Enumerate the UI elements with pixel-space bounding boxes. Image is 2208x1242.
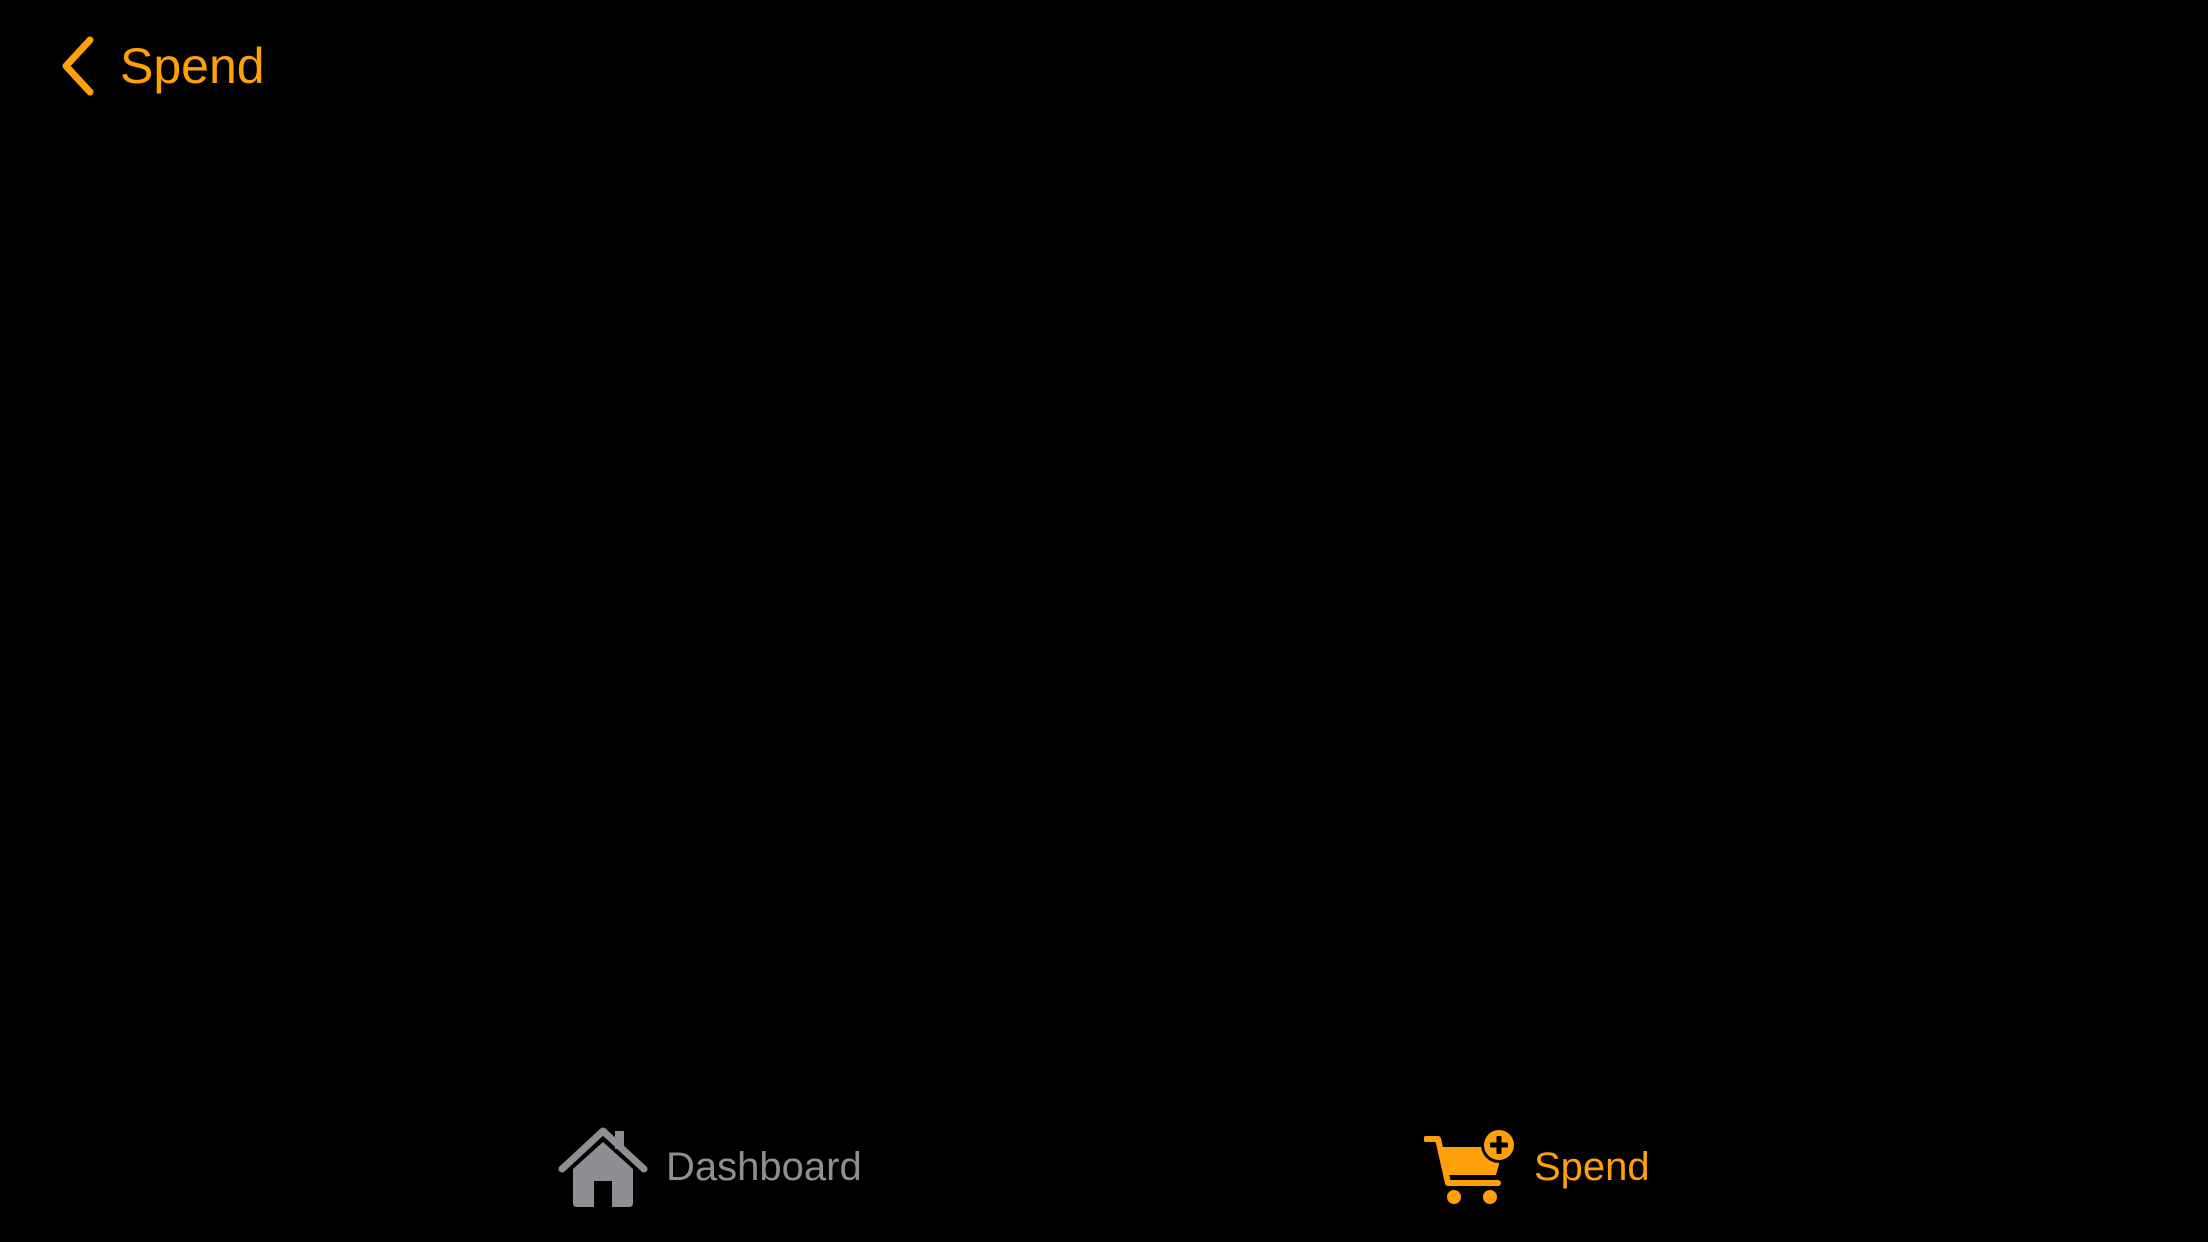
cart-plus-icon <box>1424 1125 1518 1209</box>
spend-screen: Spend Dashboard Spend <box>0 0 2208 1242</box>
back-button-label: Spend <box>120 38 265 94</box>
tab-bar: Dashboard Spend <box>0 1092 2208 1242</box>
tab-dashboard-label: Dashboard <box>666 1145 862 1189</box>
tab-spend-label: Spend <box>1534 1145 1650 1189</box>
tab-dashboard[interactable]: Dashboard <box>556 1092 862 1242</box>
back-button[interactable]: Spend <box>56 30 265 102</box>
tab-spend[interactable]: Spend <box>1424 1092 1650 1242</box>
chevron-left-icon <box>56 34 100 98</box>
house-icon <box>556 1125 650 1209</box>
